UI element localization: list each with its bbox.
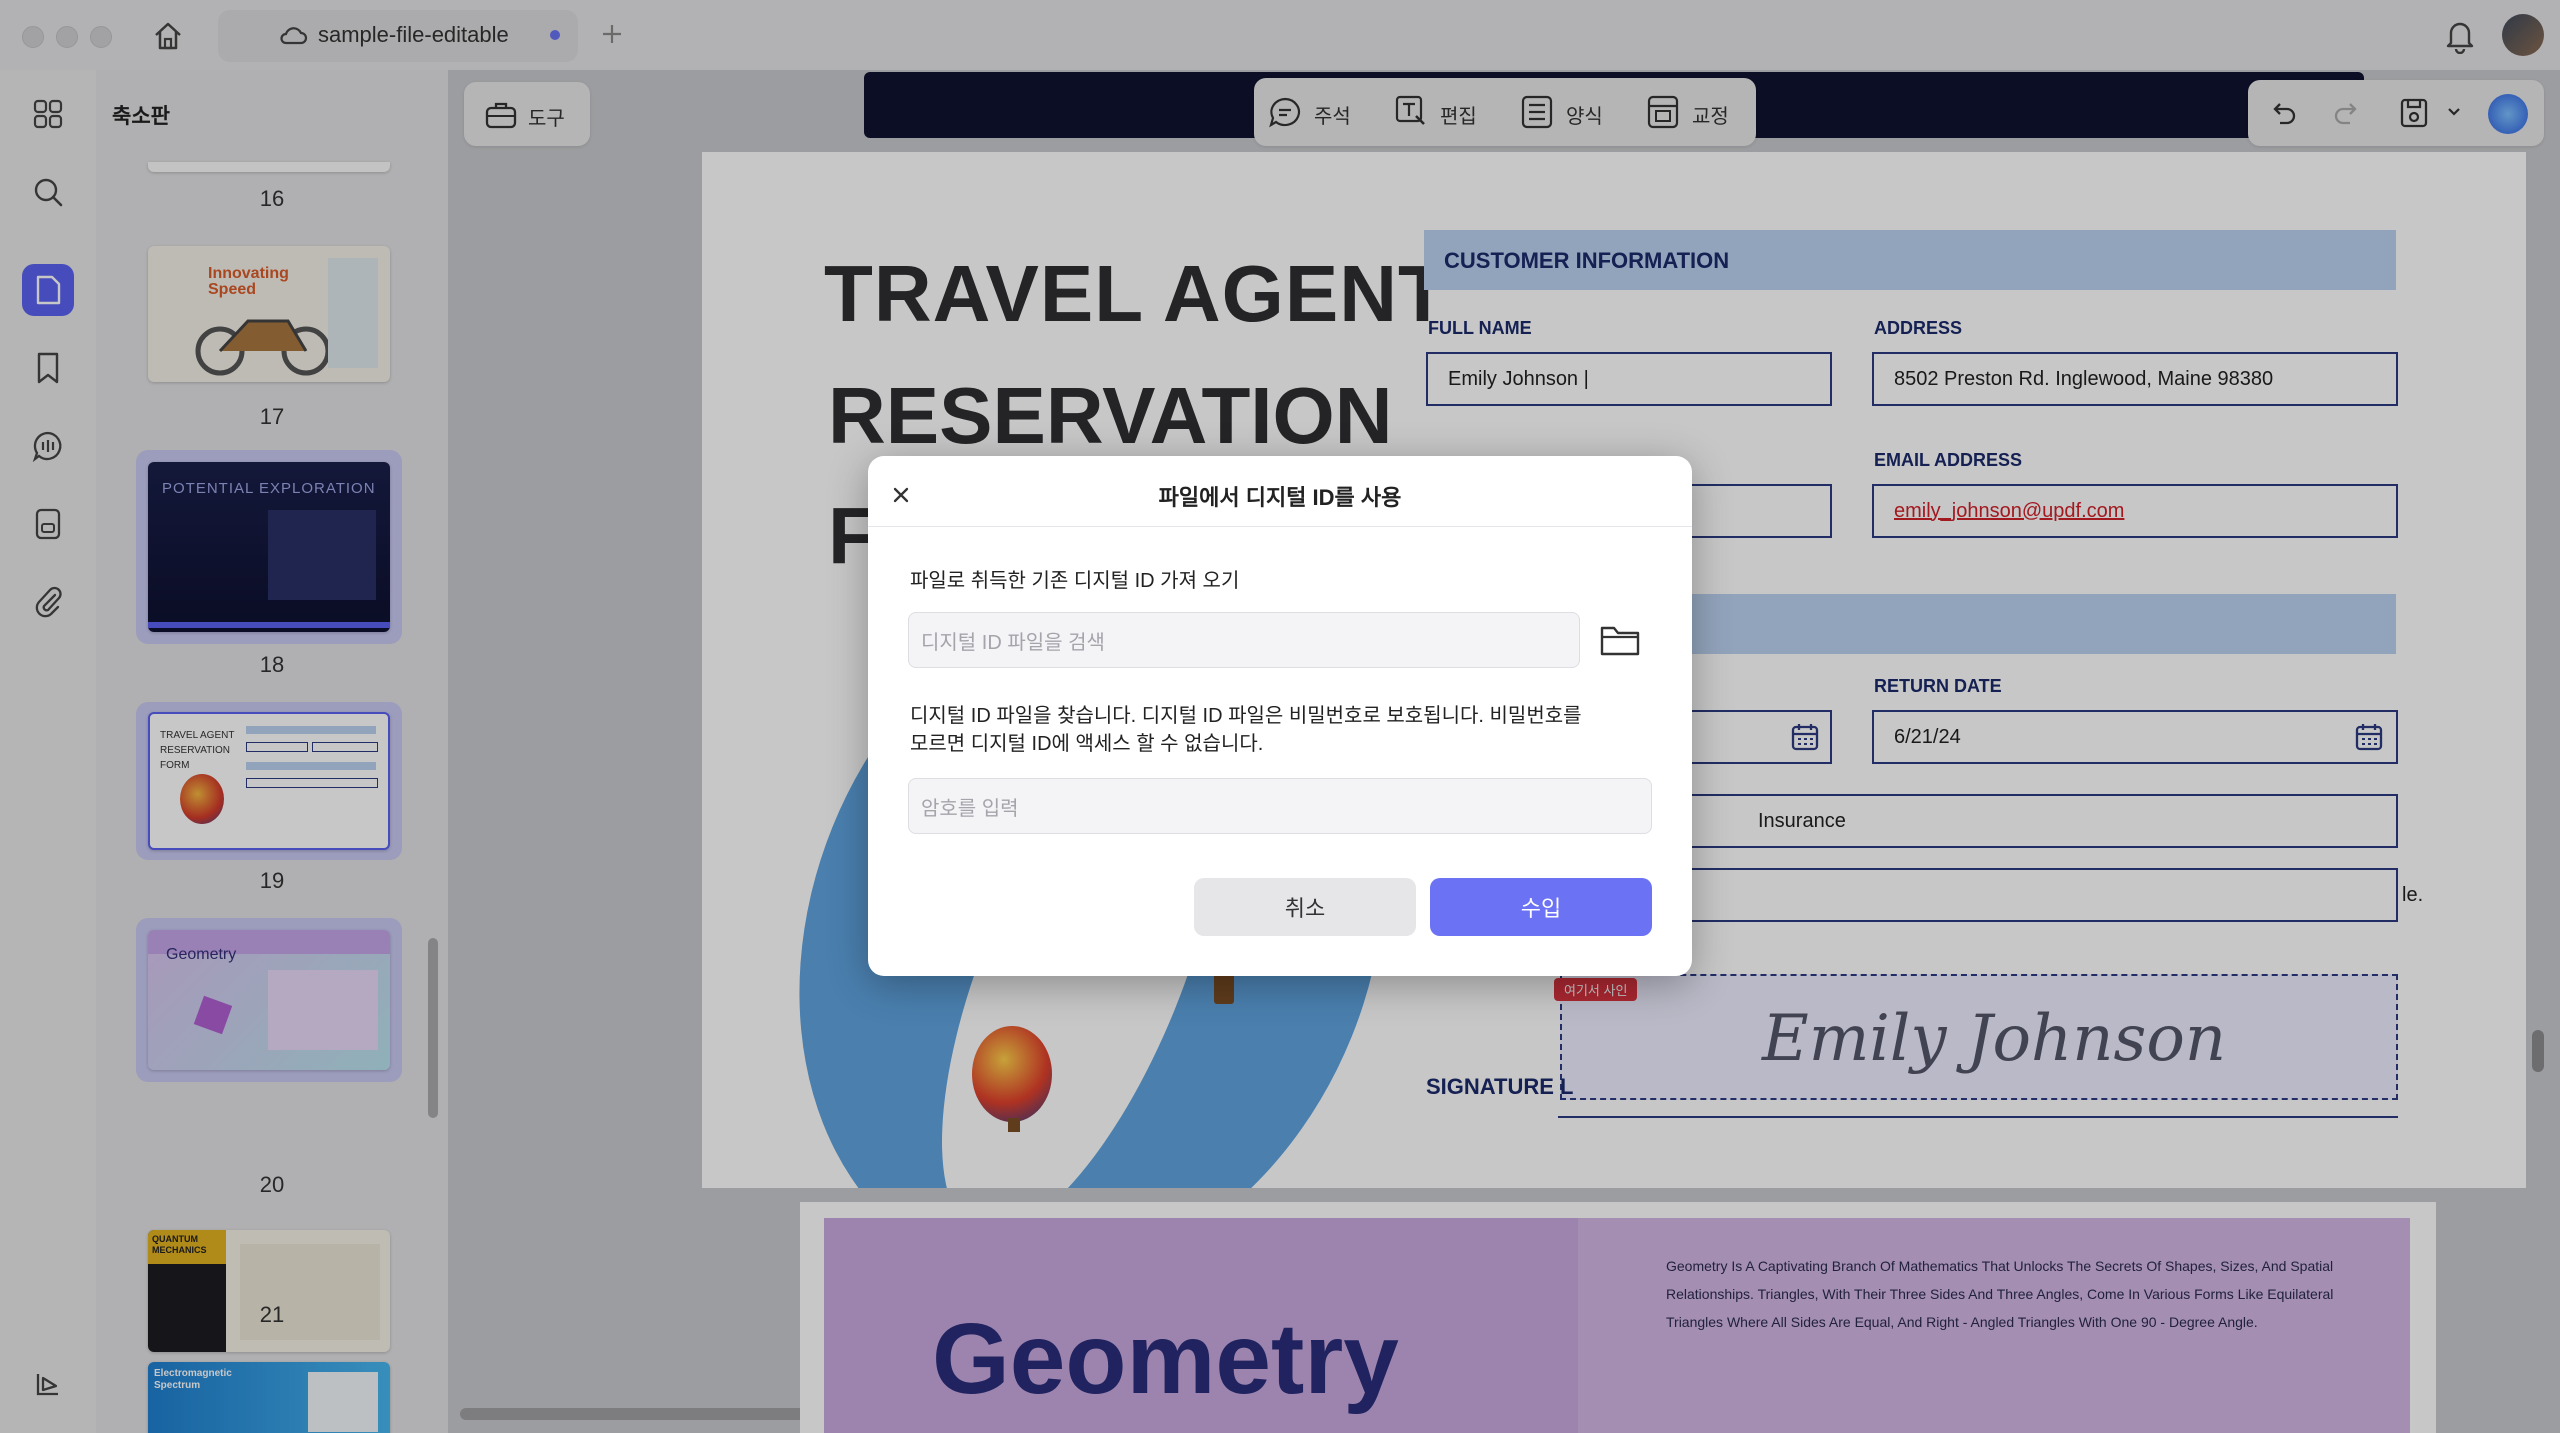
- import-button[interactable]: 수입: [1430, 878, 1652, 936]
- digital-id-dialog: 파일에서 디지털 ID를 사용 파일로 취득한 기존 디지털 ID 가져 오기 …: [868, 456, 1692, 976]
- password-input[interactable]: 암호를 입력: [908, 778, 1652, 834]
- folder-icon[interactable]: [1598, 620, 1642, 660]
- import-label: 파일로 취득한 기존 디지털 ID 가져 오기: [910, 570, 1240, 592]
- description-line1: 디지털 ID 파일을 찾습니다. 디지털 ID 파일은 비밀번호로 보호됩니다.…: [910, 705, 1582, 727]
- digital-id-file-input[interactable]: 디지털 ID 파일을 검색: [908, 612, 1580, 668]
- dialog-divider: [868, 526, 1692, 527]
- description-line2: 모르면 디지털 ID에 액세스 할 수 없습니다.: [910, 733, 1264, 755]
- dialog-title: 파일에서 디지털 ID를 사용: [1158, 485, 1402, 510]
- cancel-button[interactable]: 취소: [1194, 878, 1416, 936]
- dialog-description: 디지털 ID 파일을 찾습니다. 디지털 ID 파일은 비밀번호로 보호됩니다.…: [910, 702, 1650, 758]
